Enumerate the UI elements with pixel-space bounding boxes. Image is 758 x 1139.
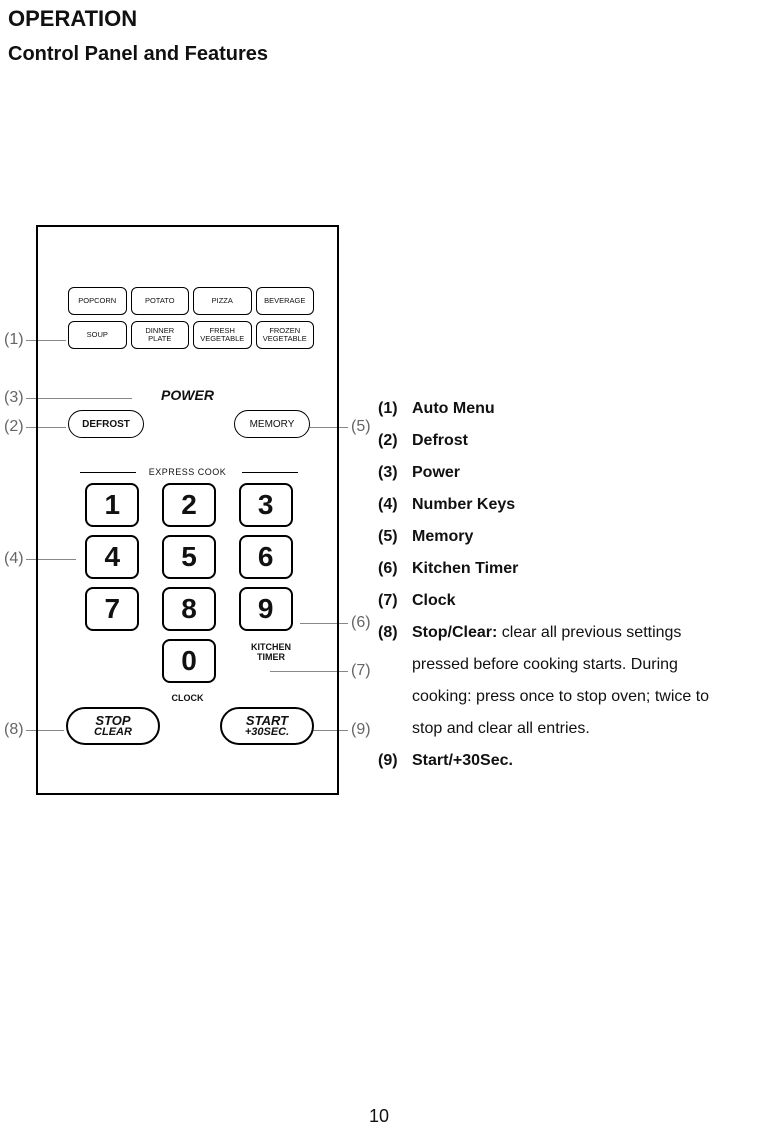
automenu-popcorn[interactable]: POPCORN xyxy=(68,287,127,315)
callout-7: (7) xyxy=(351,662,371,680)
clear-label: CLEAR xyxy=(94,727,132,738)
plus30-label: +30SEC. xyxy=(245,727,289,738)
kitchen-timer-label: KITCHEN TIMER xyxy=(236,643,306,663)
key-1[interactable]: 1 xyxy=(85,483,139,527)
callout-6: (6) xyxy=(351,614,371,632)
clock-label: CLOCK xyxy=(38,693,337,703)
memory-button[interactable]: MEMORY xyxy=(234,410,310,438)
automenu-soup[interactable]: SOUP xyxy=(68,321,127,349)
legend-item: (8) Stop/Clear: clear all previous setti… xyxy=(378,617,738,649)
key-3[interactable]: 3 xyxy=(239,483,293,527)
automenu-grid: POPCORN POTATO PIZZA BEVERAGE SOUP DINNE… xyxy=(68,287,314,349)
key-8[interactable]: 8 xyxy=(162,587,216,631)
page-title: OPERATION xyxy=(8,6,137,32)
automenu-potato[interactable]: POTATO xyxy=(131,287,190,315)
divider xyxy=(242,472,298,473)
start-button[interactable]: START +30SEC. xyxy=(220,707,314,745)
key-2[interactable]: 2 xyxy=(162,483,216,527)
legend-item: (7) Clock xyxy=(378,585,738,617)
key-6[interactable]: 6 xyxy=(239,535,293,579)
page-subtitle: Control Panel and Features xyxy=(8,43,268,66)
legend-item: (9) Start/+30Sec. xyxy=(378,745,738,777)
callout-9: (9) xyxy=(351,721,371,739)
legend: (1) Auto Menu (2) Defrost (3) Power (4) … xyxy=(378,393,738,777)
callout-2: (2) xyxy=(4,418,24,436)
callout-5: (5) xyxy=(351,418,371,436)
callout-8: (8) xyxy=(4,721,24,739)
power-label: POWER xyxy=(38,387,337,403)
automenu-dinner-plate[interactable]: DINNER PLATE xyxy=(131,321,190,349)
legend-item: (2) Defrost xyxy=(378,425,738,457)
callout-1: (1) xyxy=(4,331,24,349)
key-7[interactable]: 7 xyxy=(85,587,139,631)
defrost-button[interactable]: DEFROST xyxy=(68,410,144,438)
key-4[interactable]: 4 xyxy=(85,535,139,579)
automenu-pizza[interactable]: PIZZA xyxy=(193,287,252,315)
legend-item: (1) Auto Menu xyxy=(378,393,738,425)
legend-item: (6) Kitchen Timer xyxy=(378,553,738,585)
page-number: 10 xyxy=(0,1106,758,1127)
legend-item: (4) Number Keys xyxy=(378,489,738,521)
key-9[interactable]: 9 xyxy=(239,587,293,631)
automenu-fresh-vegetable[interactable]: FRESH VEGETABLE xyxy=(193,321,252,349)
automenu-frozen-vegetable[interactable]: FROZEN VEGETABLE xyxy=(256,321,315,349)
legend-item: (5) Memory xyxy=(378,521,738,553)
legend-item: (3) Power xyxy=(378,457,738,489)
key-0[interactable]: 0 xyxy=(162,639,216,683)
automenu-beverage[interactable]: BEVERAGE xyxy=(256,287,315,315)
stop-clear-button[interactable]: STOP CLEAR xyxy=(66,707,160,745)
control-panel: POPCORN POTATO PIZZA BEVERAGE SOUP DINNE… xyxy=(36,225,339,795)
callout-3: (3) xyxy=(4,389,24,407)
legend-item: pressed before cooking starts. During co… xyxy=(378,649,738,745)
callout-4: (4) xyxy=(4,550,24,568)
key-5[interactable]: 5 xyxy=(162,535,216,579)
